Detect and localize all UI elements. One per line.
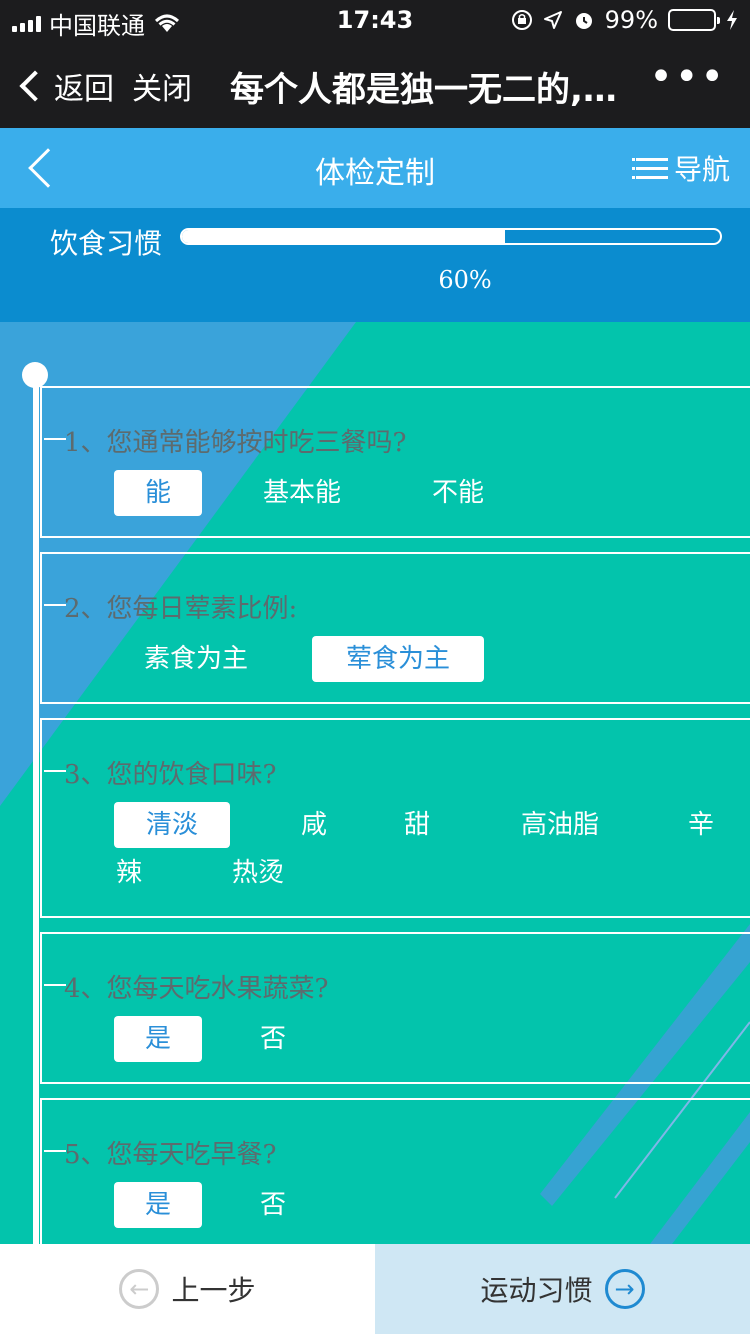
option-3-2[interactable]: 咸	[286, 802, 342, 848]
back-button[interactable]: 返回	[18, 64, 114, 108]
progress-label: 饮食习惯	[50, 227, 163, 260]
prev-step-label: 上一步	[171, 1274, 256, 1307]
orientation-lock-icon	[511, 10, 532, 30]
progress-fill	[182, 230, 505, 243]
question-text: 4、您每天吃水果蔬菜?	[64, 974, 329, 1004]
arrow-right-icon: →	[604, 1269, 645, 1309]
page-title: 每个人都是独一无二的,…	[230, 70, 617, 110]
next-step-button[interactable]: 运动习惯 →	[375, 1244, 750, 1334]
option-4-1[interactable]: 是	[114, 1016, 202, 1062]
question-text: 3、您的饮食口味?	[64, 760, 277, 790]
timeline-line	[33, 374, 39, 1244]
next-step-label: 运动习惯	[480, 1274, 593, 1307]
option-3-5[interactable]: 辛	[686, 802, 716, 848]
progress-panel: 饮食习惯 60%	[0, 208, 750, 322]
option-1-1[interactable]: 能	[114, 470, 202, 516]
question-card-3: 3、您的饮食口味? 清淡 咸 甜 高油脂 辛辣 热烫	[40, 718, 750, 918]
battery-icon	[668, 9, 720, 31]
timeline-connector	[44, 604, 66, 606]
option-5-2[interactable]: 否	[260, 1182, 286, 1228]
location-icon	[543, 11, 562, 29]
progress-bar	[180, 228, 722, 245]
question-text: 2、您每日荤素比例:	[64, 594, 298, 624]
menu-icon	[631, 157, 668, 179]
question-card-4: 4、您每天吃水果蔬菜? 是 否	[40, 932, 750, 1084]
option-3-6[interactable]: 热烫	[228, 850, 288, 896]
question-text: 1、您通常能够按时吃三餐吗?	[64, 428, 407, 458]
timeline-connector	[44, 770, 66, 772]
option-1-2[interactable]: 基本能	[260, 470, 344, 516]
question-card-2: 2、您每日荤素比例: 素食为主 荤食为主	[40, 552, 750, 704]
close-button[interactable]: 关闭	[132, 64, 192, 108]
battery-percent: 99%	[604, 6, 658, 34]
option-5-1[interactable]: 是	[114, 1182, 202, 1228]
timeline-connector	[44, 438, 66, 440]
status-bar: 中国联通 17:43 99%	[0, 0, 750, 40]
timeline-connector	[44, 984, 66, 986]
option-2-2[interactable]: 荤食为主	[312, 636, 484, 682]
timeline-dot	[22, 362, 48, 388]
question-card-5: 5、您每天吃早餐? 是 否	[40, 1098, 750, 1244]
question-card-1: 1、您通常能够按时吃三餐吗? 能 基本能 不能	[40, 386, 750, 538]
arrow-left-icon: ←	[119, 1269, 160, 1309]
prev-step-button[interactable]: ← 上一步	[0, 1244, 375, 1334]
question-list: 1、您通常能够按时吃三餐吗? 能 基本能 不能 2、您每日荤素比例: 素食为主 荤食为主 3、…	[0, 322, 750, 1244]
option-4-2[interactable]: 否	[260, 1016, 286, 1062]
footer-nav: ← 上一步 运动习惯 →	[0, 1244, 750, 1334]
nav-button[interactable]: 导航	[631, 148, 730, 188]
question-text: 5、您每天吃早餐?	[64, 1140, 277, 1170]
charging-icon	[727, 10, 737, 30]
option-3-4[interactable]: 高油脂	[516, 802, 604, 848]
option-1-3[interactable]: 不能	[430, 470, 486, 516]
option-3-1[interactable]: 清淡	[114, 802, 230, 848]
nav-label: 导航	[673, 153, 730, 186]
alarm-icon	[575, 13, 592, 29]
timeline-connector	[44, 1150, 66, 1152]
app-header: 体检定制 导航	[0, 128, 750, 208]
back-label: 返回	[54, 72, 114, 107]
option-3-3[interactable]: 甜	[402, 802, 432, 848]
wechat-nav-bar: 返回 关闭 每个人都是独一无二的,… •••	[0, 40, 750, 128]
more-button[interactable]: •••	[649, 54, 726, 100]
option-2-1[interactable]: 素食为主	[144, 636, 248, 682]
option-3-5[interactable]: 辣	[114, 850, 144, 896]
progress-percent: 60%	[438, 266, 492, 294]
chevron-left-icon	[19, 70, 51, 102]
